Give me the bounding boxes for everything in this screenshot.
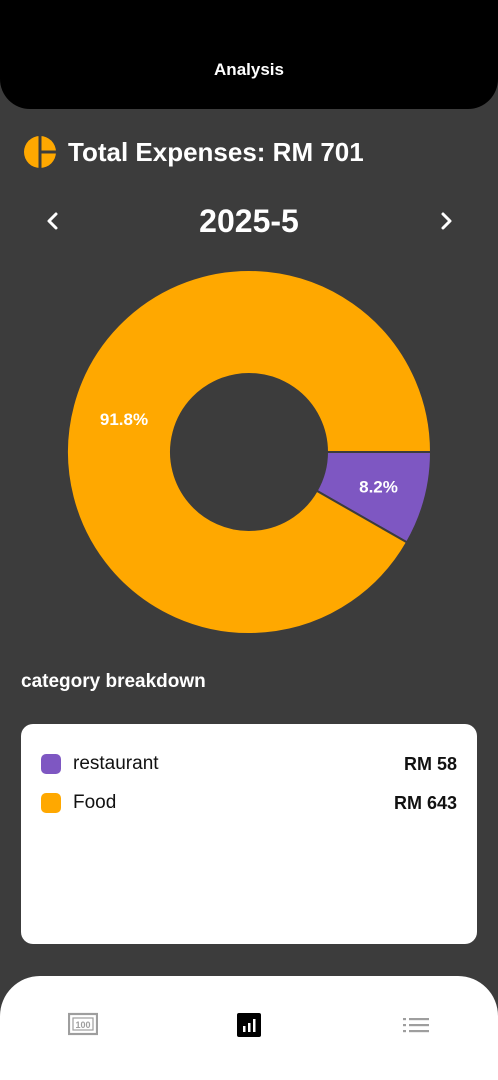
- list-item: restaurant RM 58: [41, 752, 457, 776]
- restaurant-color-swatch: [41, 754, 61, 774]
- pie-chart-icon: [24, 136, 56, 168]
- total-expenses-label: Total Expenses: RM 701: [68, 136, 364, 167]
- bar-chart-icon[interactable]: [234, 1012, 264, 1038]
- top-app-bar: Analysis: [0, 0, 498, 109]
- list-icon[interactable]: [401, 1012, 431, 1038]
- donut-label-food: 91.8%: [100, 410, 148, 429]
- expense-donut-chart: 8.2% 91.8%: [66, 269, 433, 635]
- breakdown-card: restaurant RM 58 Food RM 643: [21, 724, 477, 944]
- food-color-swatch: [41, 793, 61, 813]
- donut-label-restaurant: 8.2%: [359, 477, 398, 496]
- breakdown-heading: category breakdown: [21, 671, 206, 692]
- chevron-right-icon[interactable]: [432, 206, 462, 236]
- page-title: Analysis: [214, 60, 284, 79]
- month-navigator: 2025-5: [0, 198, 498, 248]
- category-name: Food: [73, 792, 117, 813]
- month-label: 2025-5: [199, 203, 299, 239]
- svg-text:100: 100: [75, 1020, 90, 1030]
- category-amount: RM 643: [393, 792, 457, 813]
- category-name: restaurant: [73, 753, 159, 774]
- list-item: Food RM 643: [41, 791, 457, 815]
- calendar-100-icon[interactable]: 100: [68, 1012, 98, 1038]
- category-amount: RM 58: [403, 753, 457, 774]
- bottom-navigation-bar: 100: [0, 976, 498, 1080]
- total-expenses-row: Total Expenses: RM 701: [24, 135, 364, 169]
- donut-slice-food: [66, 269, 433, 635]
